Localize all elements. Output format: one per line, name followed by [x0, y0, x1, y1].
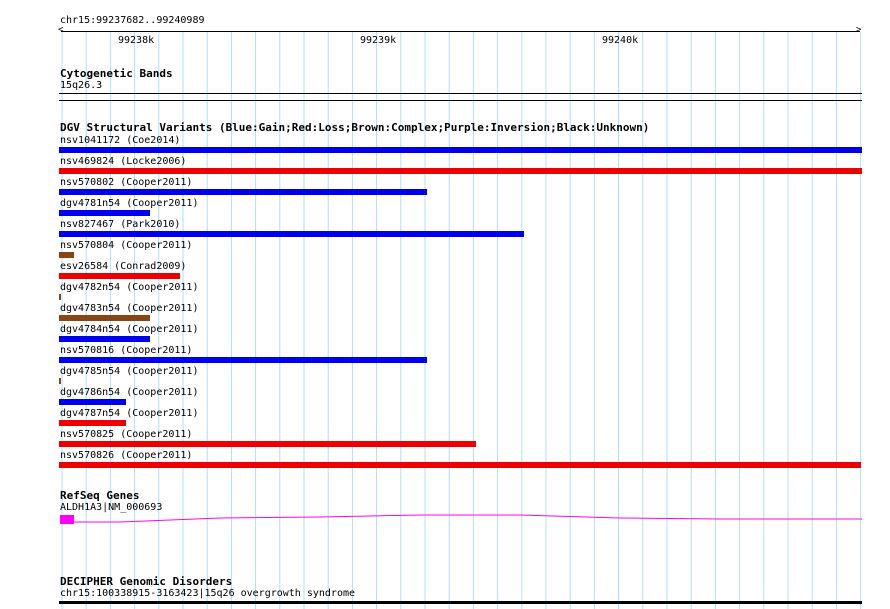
dgv-variant-label[interactable]: dgv4787n54 (Cooper2011) — [60, 408, 198, 419]
dgv-variant-bar[interactable] — [59, 210, 150, 216]
dgv-variant-label[interactable]: dgv4784n54 (Cooper2011) — [60, 324, 198, 335]
dgv-variant-bar[interactable] — [59, 315, 150, 321]
dgv-variant-label[interactable]: nsv1041172 (Coe2014) — [60, 135, 180, 146]
dgv-variant-bar[interactable] — [59, 189, 427, 195]
dgv-variant-bar[interactable] — [59, 399, 126, 405]
cytoband-label[interactable]: 15q26.3 — [60, 80, 102, 91]
decipher-item-bar[interactable] — [59, 601, 862, 604]
refseq-track-title: RefSeq Genes — [60, 489, 140, 502]
ruler-right-arrow-icon: > — [856, 25, 862, 35]
dgv-variant-label[interactable]: nsv469824 (Locke2006) — [60, 156, 186, 167]
dgv-variant-bar[interactable] — [59, 147, 862, 153]
ruler-tick-label: 99238k — [118, 35, 155, 46]
dgv-variant-label[interactable]: nsv570816 (Cooper2011) — [60, 345, 192, 356]
dgv-variant-label[interactable]: nsv570804 (Cooper2011) — [60, 240, 192, 251]
ruler-left-arrow-icon: < — [58, 25, 64, 35]
ruler-tick-label: 99239k — [360, 35, 397, 46]
dgv-variant-label[interactable]: nsv827467 (Park2010) — [60, 219, 180, 230]
decipher-item-label[interactable]: chr15:100338915-3163423|15q26 overgrowth… — [60, 588, 355, 599]
cytoband-bar-bottom — [59, 100, 862, 101]
dgv-variant-bar[interactable] — [59, 294, 61, 300]
cytoband-bar-top — [59, 93, 862, 94]
dgv-variant-label[interactable]: dgv4782n54 (Cooper2011) — [60, 282, 198, 293]
dgv-variant-bar[interactable] — [59, 462, 861, 468]
refseq-gene-intron-line — [74, 514, 862, 523]
dgv-variant-bar[interactable] — [59, 378, 61, 384]
ruler-coordinates: chr15:99237682..99240989 — [60, 15, 205, 26]
dgv-variant-bar[interactable] — [59, 441, 476, 447]
dgv-variant-bar[interactable] — [59, 168, 862, 174]
dgv-track-title: DGV Structural Variants (Blue:Gain;Red:L… — [60, 121, 650, 134]
refseq-gene-model[interactable] — [0, 505, 890, 535]
dgv-variant-bar[interactable] — [59, 357, 427, 363]
dgv-variant-label[interactable]: dgv4785n54 (Cooper2011) — [60, 366, 198, 377]
dgv-variant-bar[interactable] — [59, 336, 150, 342]
dgv-variant-bar[interactable] — [59, 231, 524, 237]
dgv-variant-label[interactable]: dgv4786n54 (Cooper2011) — [60, 387, 198, 398]
dgv-variant-bar[interactable] — [59, 252, 74, 258]
cytoband-track-title: Cytogenetic Bands — [60, 67, 173, 80]
dgv-variant-bar[interactable] — [59, 273, 180, 279]
dgv-variant-label[interactable]: dgv4781n54 (Cooper2011) — [60, 198, 198, 209]
dgv-variant-label[interactable]: nsv570802 (Cooper2011) — [60, 177, 192, 188]
dgv-variant-label[interactable]: dgv4783n54 (Cooper2011) — [60, 303, 198, 314]
decipher-track-title: DECIPHER Genomic Disorders — [60, 575, 233, 588]
ruler-tick-label: 99240k — [602, 35, 639, 46]
dgv-variant-label[interactable]: nsv570826 (Cooper2011) — [60, 450, 192, 461]
dgv-variant-bar[interactable] — [59, 420, 126, 426]
dgv-variant-label[interactable]: nsv570825 (Cooper2011) — [60, 429, 192, 440]
ruler-line — [61, 31, 860, 32]
refseq-gene-exon — [60, 515, 74, 524]
dgv-variant-label[interactable]: esv26584 (Conrad2009) — [60, 261, 186, 272]
